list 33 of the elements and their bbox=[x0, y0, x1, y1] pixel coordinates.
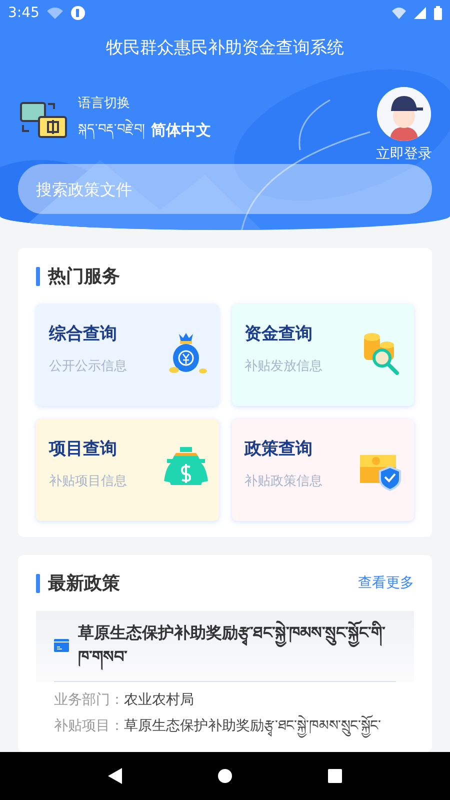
field-label: 补贴项目： bbox=[54, 717, 124, 736]
wifi-off-icon bbox=[392, 7, 406, 19]
battery-icon bbox=[434, 6, 442, 20]
service-tile[interactable]: 政策查询 补贴政策信息 bbox=[232, 419, 414, 521]
tile-title: 资金查询 bbox=[244, 323, 314, 345]
app-icon bbox=[71, 6, 86, 20]
service-tile[interactable]: 综合查询 公开公示信息 bbox=[36, 304, 218, 406]
status-time: 3:45 bbox=[8, 5, 40, 21]
current-language[interactable]: 简体中文 bbox=[151, 120, 211, 140]
field-value: 农业农村局 bbox=[124, 691, 194, 710]
tile-title: 项目查询 bbox=[49, 438, 118, 460]
tile-subtitle: 补贴发放信息 bbox=[244, 358, 324, 375]
login-link[interactable]: 立即登录 bbox=[376, 145, 432, 163]
tile-subtitle: 补贴项目信息 bbox=[49, 473, 128, 490]
wifi-icon bbox=[47, 7, 64, 19]
home-icon[interactable] bbox=[218, 769, 232, 783]
signal-icon bbox=[414, 7, 426, 19]
tibetan-language-label: སྐད་བརྡ་བརྗེ་བ། bbox=[78, 114, 145, 150]
document-icon bbox=[54, 638, 69, 652]
language-label: 语言切换 bbox=[78, 94, 131, 112]
tile-title: 政策查询 bbox=[244, 438, 314, 460]
section-title: 热门服务 bbox=[48, 265, 121, 288]
tile-title: 综合查询 bbox=[49, 323, 118, 345]
field-label: 业务部门： bbox=[54, 691, 124, 710]
app-title: 牧民群众惠民补助资金查询系统 bbox=[105, 37, 345, 60]
service-tile[interactable]: 项目查询 补贴项目信息 bbox=[36, 419, 218, 521]
tile-subtitle: 补贴政策信息 bbox=[244, 473, 324, 490]
back-icon[interactable] bbox=[108, 768, 122, 784]
field-value: 草原生态保护补助奖励རྩྭ་ཐང་སྐྱེ་ཁམས་སྲུང་སྐྱོང་ bbox=[124, 716, 381, 736]
more-link[interactable]: 查看更多 bbox=[358, 574, 414, 592]
tile-subtitle: 公开公示信息 bbox=[49, 358, 128, 375]
service-tile[interactable]: 资金查询 补贴发放信息 bbox=[232, 304, 414, 406]
section-title: 最新政策 bbox=[48, 572, 121, 595]
